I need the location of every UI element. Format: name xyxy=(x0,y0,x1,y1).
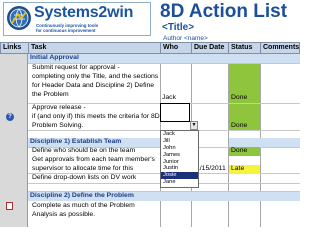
column-header-due-date: Due Date xyxy=(191,42,229,54)
help-question-icon[interactable]: ? xyxy=(6,113,14,121)
status-cell[interactable]: Done xyxy=(229,147,260,156)
task-text: Define drop-down lists on DV work xyxy=(32,174,137,181)
status-done: Done xyxy=(231,122,248,129)
section-fill xyxy=(229,138,300,147)
task-cell[interactable]: if (and only if) this meets the criteria… xyxy=(28,113,160,122)
dropdown-option[interactable]: Junior xyxy=(161,159,198,166)
status-cell[interactable]: Late xyxy=(229,165,260,174)
column-header-status: Status xyxy=(228,42,261,54)
task-cell[interactable]: Define drop-down lists on DV work xyxy=(28,174,160,183)
links-column xyxy=(0,53,28,227)
task-cell[interactable]: Approve release - xyxy=(28,104,160,113)
task-cell[interactable]: Problem Solving. xyxy=(28,122,160,130)
who-dropdown-list[interactable]: Jack Jill John James Junior Justin Josie Jane xyxy=(160,130,199,188)
section-discipline-1[interactable]: Discipline 1) Establish Team xyxy=(28,138,160,147)
section-initial-approval[interactable]: Initial Approval xyxy=(28,54,300,63)
column-header-who: Who xyxy=(160,42,192,54)
who-cell-active[interactable] xyxy=(160,103,190,122)
task-cell[interactable]: the Problem xyxy=(28,91,160,100)
section-discipline-2[interactable]: Discipline 2) Define the Problem xyxy=(28,192,300,201)
task-cell[interactable]: completing only the Title, and the secti… xyxy=(28,73,160,82)
due-date-cell[interactable]: 1/15/2011 xyxy=(196,165,228,174)
task-cell[interactable]: supervisor to allocate time for this xyxy=(28,165,160,174)
status-done: Done xyxy=(231,94,248,101)
dropdown-option[interactable]: Justin xyxy=(161,165,198,172)
column-header-comments: Comments xyxy=(260,42,300,54)
column-header-task: Task xyxy=(28,42,161,54)
dropdown-option[interactable]: James xyxy=(161,152,198,159)
dropdown-option[interactable]: Jill xyxy=(161,138,198,145)
dropdown-option[interactable]: Jane xyxy=(161,179,198,186)
task-cell[interactable]: Complete as much of the Problem xyxy=(28,202,160,211)
task-cell[interactable]: Define who should be on the team xyxy=(28,147,160,156)
who-cell[interactable]: Jack xyxy=(160,94,191,103)
task-cell[interactable]: Get approvals from each team member's xyxy=(28,156,160,165)
column-header-links: Links xyxy=(0,42,29,54)
dropdown-arrow-icon[interactable]: ▼ xyxy=(190,121,198,130)
task-cell[interactable]: for Header Data and Discipline 2) Define xyxy=(28,82,160,91)
dropdown-option[interactable]: Josie xyxy=(161,172,198,180)
dropdown-option[interactable]: John xyxy=(161,145,198,152)
task-cell[interactable]: Analysis as possible. xyxy=(28,211,160,220)
action-list-sheet: Links Task Who Due Date Status Comments … xyxy=(0,0,300,227)
task-cell[interactable]: Submit request for approval - xyxy=(28,64,160,73)
document-icon[interactable] xyxy=(6,202,13,210)
dropdown-option[interactable]: Jack xyxy=(161,131,198,138)
